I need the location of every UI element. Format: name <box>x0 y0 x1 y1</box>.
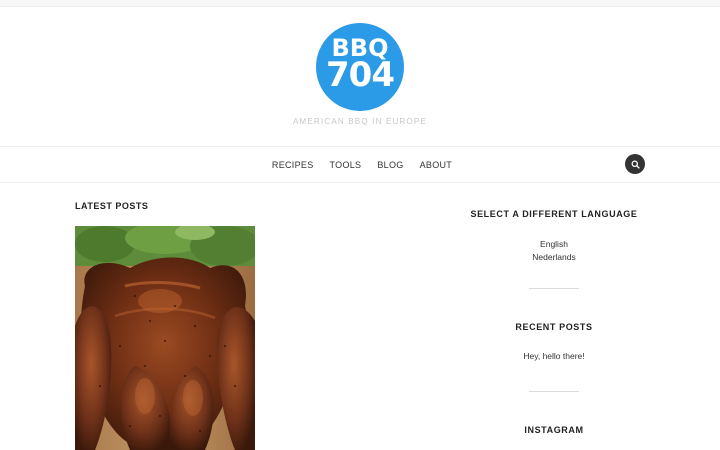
recent-post-link[interactable]: Hey, hello there! <box>523 351 584 361</box>
nav-item-tools[interactable]: TOOLS <box>322 160 370 170</box>
top-bar <box>0 0 720 7</box>
latest-posts-heading: LATEST POSTS <box>75 201 149 211</box>
language-link-nederlands[interactable]: Nederlands <box>532 252 575 262</box>
search-button[interactable] <box>625 154 645 174</box>
search-icon <box>631 160 640 169</box>
nav-item-blog[interactable]: BLOG <box>369 160 411 170</box>
site-tagline: AMERICAN BBQ IN EUROPE <box>293 117 427 126</box>
language-link-english[interactable]: English <box>540 239 568 249</box>
nav-item-about[interactable]: ABOUT <box>412 160 461 170</box>
language-list: English Nederlands <box>470 238 638 263</box>
instagram-widget-title: INSTAGRAM <box>524 425 584 435</box>
featured-post-image[interactable] <box>75 226 255 450</box>
recent-posts-widget-title: RECENT POSTS <box>515 322 593 332</box>
language-widget-title: SELECT A DIFFERENT LANGUAGE <box>470 209 638 219</box>
nav-menu: RECIPES TOOLS BLOG ABOUT <box>0 147 720 182</box>
nav-item-recipes[interactable]: RECIPES <box>264 160 322 170</box>
recent-posts-list: Hey, hello there! <box>470 351 638 361</box>
main-navigation: RECIPES TOOLS BLOG ABOUT <box>0 146 720 183</box>
widget-divider <box>529 391 579 392</box>
grilled-chicken-image <box>75 226 255 450</box>
logo-text-704: 704 <box>326 55 395 95</box>
site-logo[interactable]: BBQ 704 <box>316 23 404 111</box>
logo-circle: BBQ 704 <box>316 23 404 111</box>
widget-divider <box>529 288 579 289</box>
